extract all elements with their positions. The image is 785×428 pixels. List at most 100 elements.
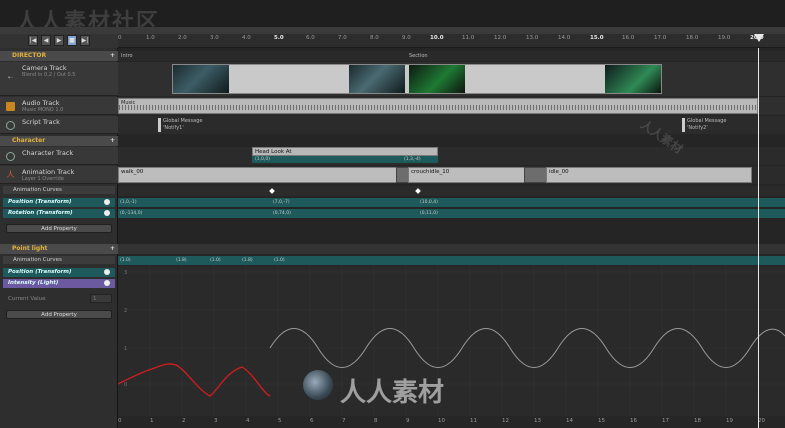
keyframe-value: (1,3,-4): [404, 157, 421, 162]
event-value: 'Notify1': [163, 125, 184, 131]
bottom-tick: 1: [150, 418, 154, 424]
section-intro[interactable]: Intro: [121, 53, 133, 59]
bottom-tick: 19: [726, 418, 733, 424]
character-track-row[interactable]: Character Track: [0, 147, 118, 165]
bottom-tick: 10: [438, 418, 445, 424]
event-marker[interactable]: [682, 118, 685, 132]
audio-track-sub: Music MONO 1.0: [22, 107, 64, 113]
bottom-tick: 7: [342, 418, 346, 424]
bottom-tick: 8: [374, 418, 378, 424]
anim-clip[interactable]: idle_00: [546, 167, 752, 183]
current-value-field[interactable]: 1: [90, 294, 112, 303]
ruler-tick: 5.0: [274, 35, 284, 41]
keyframe-value[interactable]: (7,0,-7): [273, 200, 290, 205]
bottom-tick: 9: [406, 418, 410, 424]
keyframe-toggle-icon[interactable]: [104, 269, 110, 275]
director-label: DIRECTOR: [12, 52, 47, 59]
ruler-tick: 19.0: [718, 35, 731, 41]
add-property-button[interactable]: Add Property: [6, 310, 112, 319]
keyframe-value[interactable]: (1.0): [274, 258, 285, 263]
go-end-button[interactable]: ▶|: [80, 35, 90, 46]
keyframe-value[interactable]: (0,11,0): [420, 211, 438, 216]
playhead[interactable]: [758, 48, 759, 428]
camera-track-name: Camera Track: [22, 64, 67, 72]
keyframe-value[interactable]: (10,0,4): [420, 200, 438, 205]
curve-y-label: 0: [124, 382, 127, 388]
bottom-tick: 12: [502, 418, 509, 424]
audio-clip[interactable]: Music: [118, 98, 758, 114]
pointlight-group-header[interactable]: Point light +: [0, 244, 118, 254]
light-position-property-row[interactable]: Position (Transform): [3, 268, 115, 277]
character-group-header[interactable]: Character +: [0, 136, 118, 146]
keyframe-value[interactable]: (1.0): [120, 258, 131, 263]
director-group-header[interactable]: DIRECTOR +: [0, 51, 118, 61]
keyframe[interactable]: [415, 188, 421, 194]
stop-button[interactable]: ■: [67, 35, 77, 46]
keyframe-toggle-icon[interactable]: [104, 210, 110, 216]
bottom-tick: 16: [630, 418, 637, 424]
keyframe-value[interactable]: (1.8): [176, 258, 187, 263]
keyframe[interactable]: [269, 188, 275, 194]
keyframe-toggle-icon[interactable]: [104, 280, 110, 286]
camera-track-row[interactable]: ⇠ Camera Track Blend In 0.2 / Out 0.5: [0, 62, 118, 96]
animation-track-row[interactable]: 人 Animation Track Layer 1 Override: [0, 166, 118, 184]
bottom-ruler: 0 1 2 3 4 5 6 7 8 9 10 11 12 13 14 15 16…: [118, 416, 785, 428]
position-property-row[interactable]: Position (Transform): [3, 198, 115, 207]
time-ruler[interactable]: 0 1.0 2.0 3.0 4.0 5.0 6.0 7.0 8.0 9.0 10…: [118, 34, 785, 48]
bottom-tick: 20: [758, 418, 765, 424]
anim-clip[interactable]: walk_00: [118, 167, 408, 183]
grid-lines: [118, 266, 785, 416]
play-button[interactable]: ▶: [54, 35, 64, 46]
keyframe-value[interactable]: (1.0): [210, 258, 221, 263]
camera-shots-row: [118, 62, 785, 96]
script-track-name: Script Track: [22, 118, 60, 126]
keyframe-value[interactable]: (0,74,0): [273, 211, 291, 216]
camera-shot-clip[interactable]: [172, 64, 662, 94]
section-section[interactable]: Section: [409, 53, 428, 59]
curve-keys-header: [118, 186, 785, 196]
bottom-tick: 6: [310, 418, 314, 424]
rotation-keys-row: (0,-134,0) (0,74,0) (0,11,0): [118, 209, 785, 218]
anim-clip[interactable]: crouchidle_10: [408, 167, 526, 183]
timeline-area[interactable]: Intro Section Music Global Message 'Noti…: [118, 48, 785, 428]
head-look-clip[interactable]: Head Look At: [252, 147, 438, 156]
keyframe-value[interactable]: (1,0,-1): [120, 200, 137, 205]
top-bar: 人人素材社区: [0, 0, 785, 35]
track-list-panel: DIRECTOR + ⇠ Camera Track Blend In 0.2 /…: [0, 48, 118, 428]
keyframe-toggle-icon[interactable]: [104, 199, 110, 205]
add-track-icon[interactable]: +: [110, 136, 115, 146]
ruler-tick: 3.0: [210, 35, 219, 41]
ruler-tick: 18.0: [686, 35, 699, 41]
intensity-property-row[interactable]: Intensity (Light): [3, 279, 115, 288]
ruler-tick: 9.0: [402, 35, 411, 41]
character-label: Character: [12, 137, 46, 144]
bottom-tick: 13: [534, 418, 541, 424]
prop-target: (Transform): [35, 199, 72, 205]
keyframe-value[interactable]: (0,-134,0): [120, 211, 142, 216]
event-marker[interactable]: [158, 118, 161, 132]
position-keys-row: (1,0,-1) (7,0,-7) (10,0,4): [118, 198, 785, 207]
add-property-button[interactable]: Add Property: [6, 224, 112, 233]
keyframe-value[interactable]: (1.8): [242, 258, 253, 263]
ruler-tick: 12.0: [494, 35, 507, 41]
add-track-icon[interactable]: +: [110, 51, 115, 61]
bottom-tick: 17: [662, 418, 669, 424]
curve-y-label: 1: [124, 346, 127, 352]
go-start-button[interactable]: |◀: [28, 35, 38, 46]
bottom-tick: 18: [694, 418, 701, 424]
light-curves-header[interactable]: Animation Curves: [3, 256, 115, 264]
ruler-tick: 8.0: [370, 35, 379, 41]
waveform: [119, 105, 757, 110]
ruler-tick: 1.0: [146, 35, 155, 41]
step-back-button[interactable]: ◀: [41, 35, 51, 46]
rotation-property-row[interactable]: Rotation (Transform): [3, 209, 115, 218]
ruler-tick: 16.0: [622, 35, 635, 41]
character-curves-header[interactable]: Animation Curves: [3, 186, 115, 194]
audio-track-row[interactable]: Audio Track Music MONO 1.0: [0, 97, 118, 115]
section-row: Intro Section: [118, 51, 785, 61]
script-track-row[interactable]: Script Track: [0, 116, 118, 134]
add-track-icon[interactable]: +: [110, 244, 115, 254]
ruler-tick: 17.0: [654, 35, 667, 41]
ruler-tick: 10.0: [430, 35, 444, 41]
curve-editor[interactable]: 3 2 1 0: [118, 266, 785, 416]
